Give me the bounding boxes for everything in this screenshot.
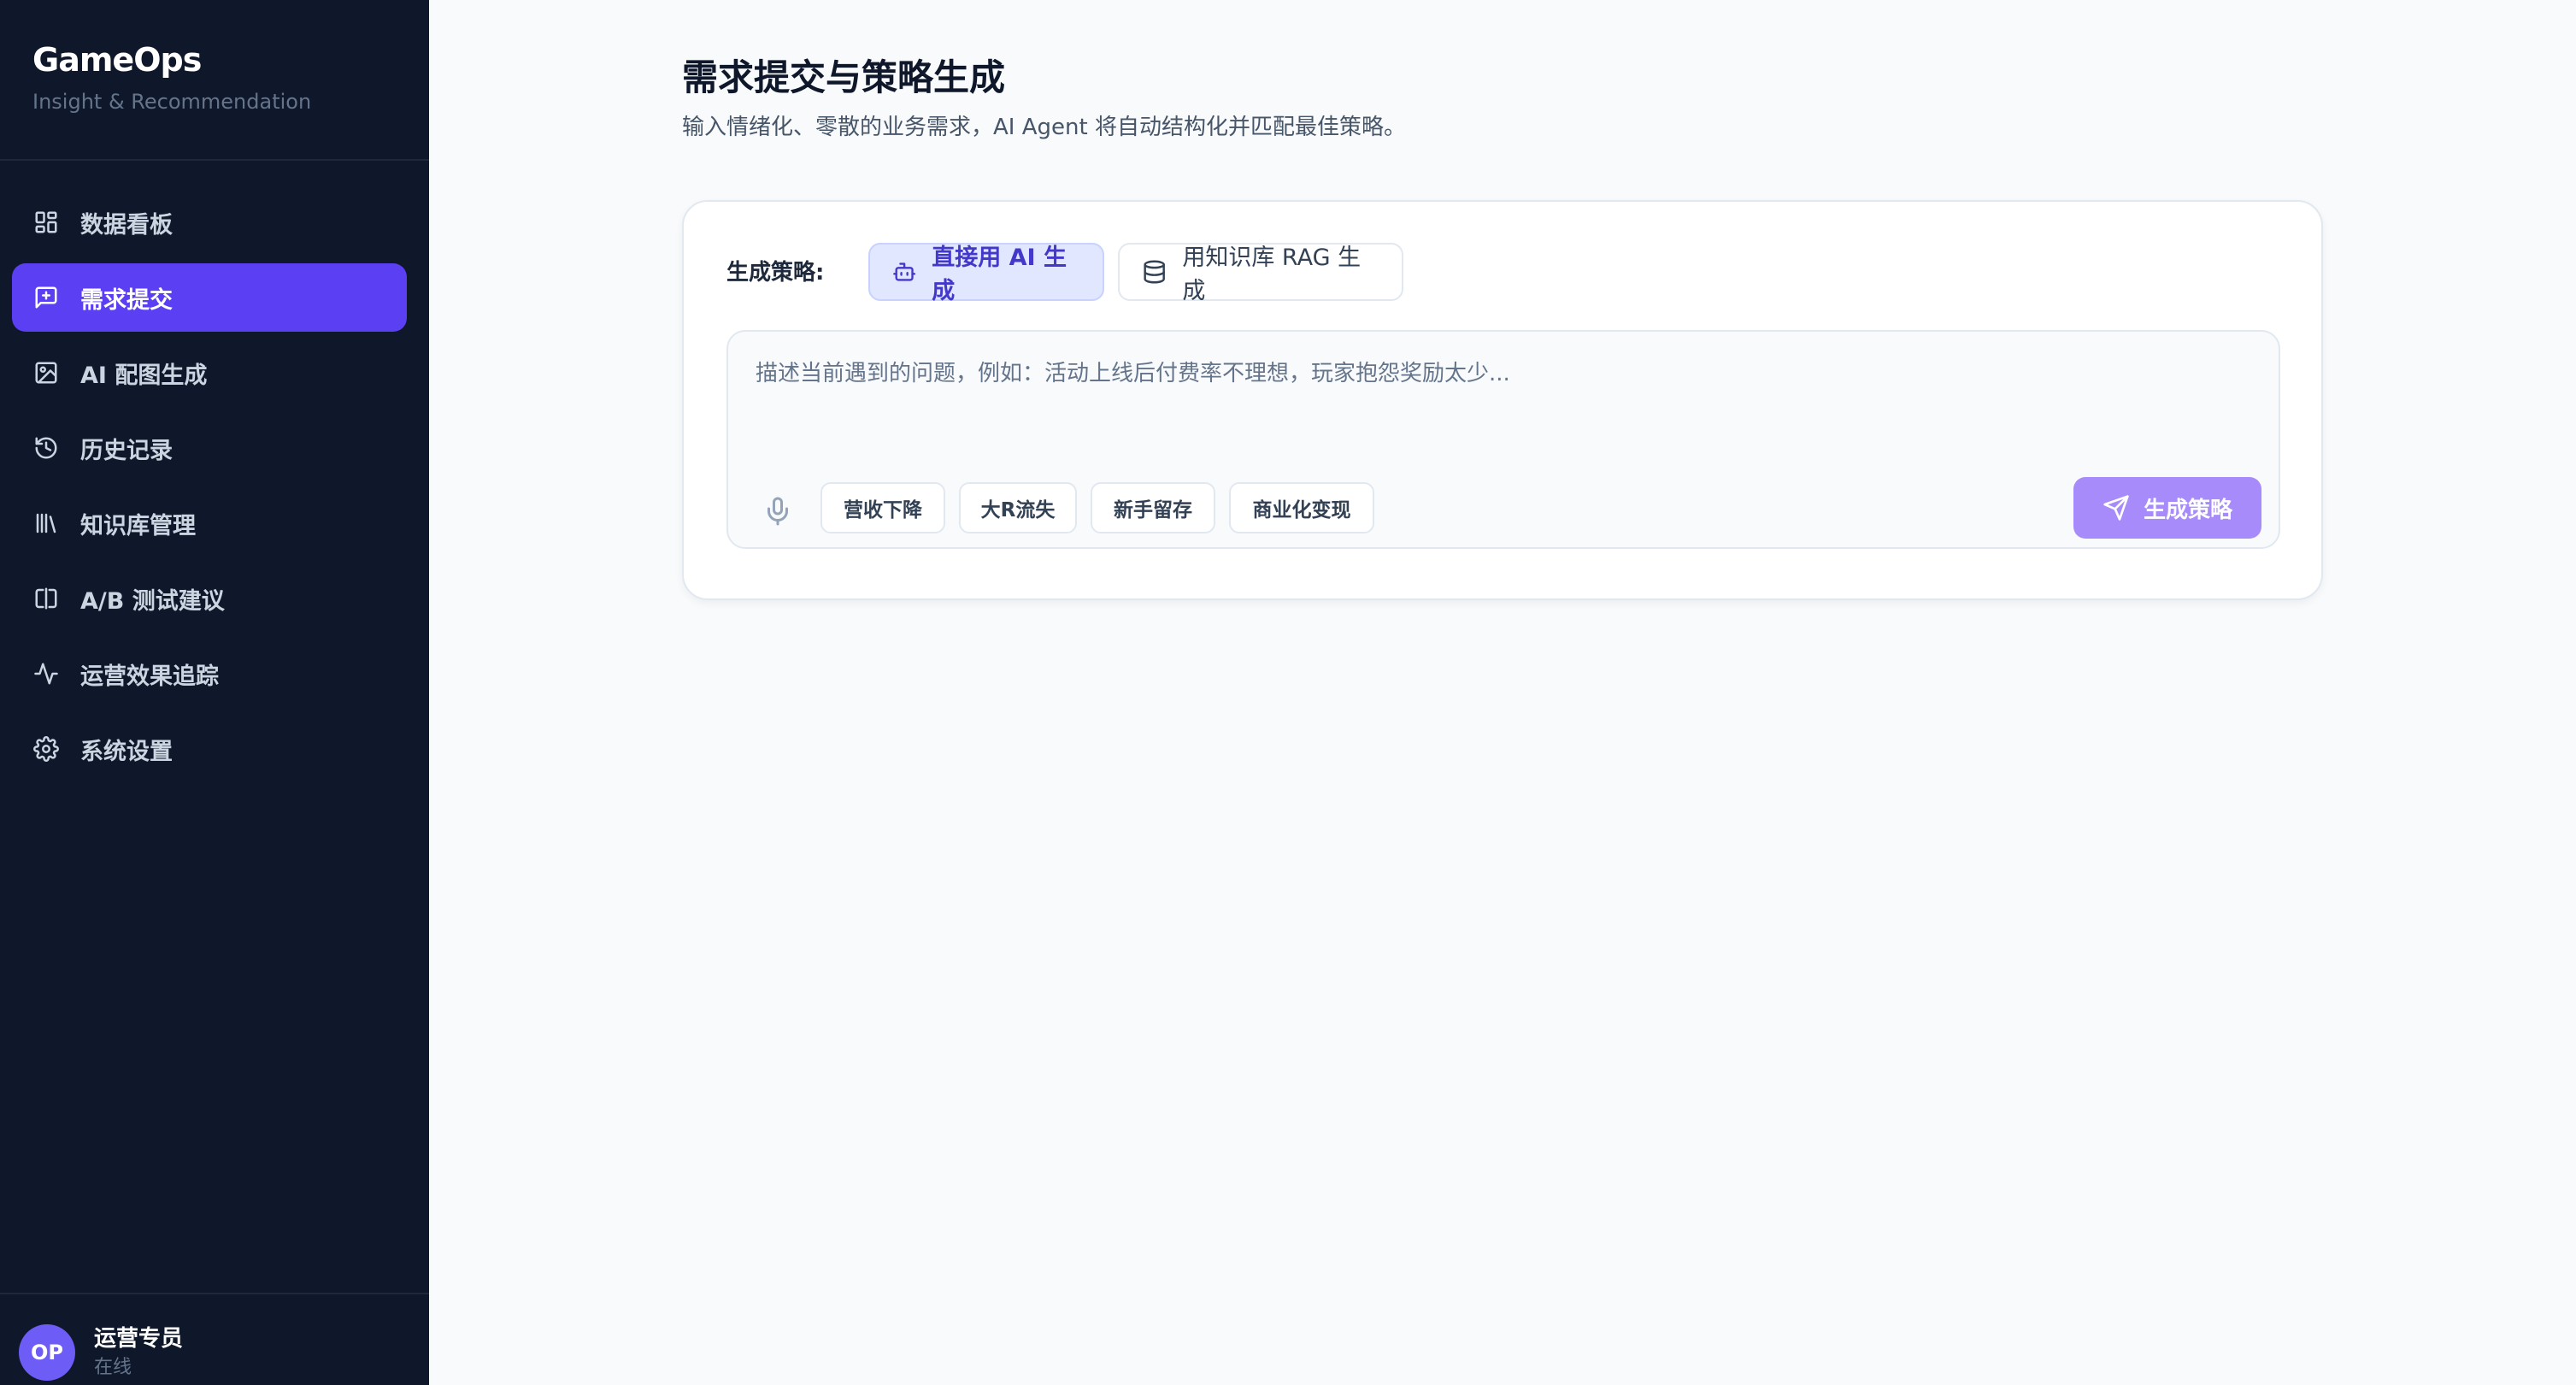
split-icon [32, 585, 60, 612]
prompt-input[interactable] [756, 356, 2243, 407]
user-name: 运营专员 [94, 1326, 184, 1352]
strategy-ai-button[interactable]: 直接用 AI 生成 [868, 243, 1104, 304]
sidebar-item-ab-test[interactable]: A/B 测试建议 [12, 564, 407, 633]
history-icon [32, 434, 60, 462]
sidebar-item-label: AI 配图生成 [80, 362, 208, 389]
generate-strategy-label: 生成策略 [2143, 497, 2232, 523]
sidebar-item-settings[interactable]: 系统设置 [12, 715, 407, 783]
sidebar-item-label: 知识库管理 [80, 512, 196, 539]
brand: GameOps Insight & Recommendation [32, 38, 311, 116]
strategy-ai-label: 直接用 AI 生成 [932, 245, 1067, 304]
sidebar-item-history[interactable]: 历史记录 [12, 414, 407, 482]
settings-icon [32, 735, 60, 763]
microphone-icon[interactable] [761, 494, 795, 528]
sidebar-item-label: 历史记录 [80, 437, 173, 464]
sidebar-item-label: 运营效果追踪 [80, 663, 219, 690]
sidebar-item-tracking[interactable]: 运营效果追踪 [12, 639, 407, 708]
app-title: GameOps [32, 41, 202, 79]
user-status: 在线 [94, 1357, 132, 1378]
user-divider [0, 1293, 429, 1294]
quick-tag-whale-churn[interactable]: 大R流失 [959, 482, 1077, 533]
sidebar-item-request-submit[interactable]: 需求提交 [12, 263, 407, 332]
page-subtitle: 输入情绪化、零散的业务需求，AI Agent 将自动结构化并匹配最佳策略。 [682, 115, 1406, 140]
quick-tag-monetization[interactable]: 商业化变现 [1229, 482, 1374, 533]
strategy-rag-button[interactable]: 用知识库 RAG 生成 [1118, 243, 1403, 304]
sidebar-item-label: 系统设置 [80, 738, 173, 765]
page-title: 需求提交与策略生成 [682, 56, 1006, 98]
library-icon [32, 510, 60, 537]
quick-tag-newbie-retention[interactable]: 新手留存 [1091, 482, 1215, 533]
generate-strategy-button[interactable]: 生成策略 [2073, 477, 2261, 539]
sidebar-nav: 数据看板 需求提交 AI 配图生成 历史记录 知识库管理 A/B 测试建议 运营… [12, 188, 407, 790]
sidebar-item-label: 需求提交 [80, 286, 173, 314]
user-profile[interactable]: OP 运营专员 在线 [19, 1323, 183, 1382]
sidebar: GameOps Insight & Recommendation 数据看板 需求… [0, 0, 429, 1385]
send-icon [2103, 495, 2129, 521]
sidebar-item-dashboard[interactable]: 数据看板 [12, 188, 407, 256]
bot-icon [893, 262, 916, 281]
request-card: 生成策略: 直接用 AI 生成 用知识库 RAG 生成 营收下降 大R流失 新手… [682, 200, 2323, 600]
database-icon [1144, 260, 1165, 284]
activity-icon [32, 660, 60, 687]
strategy-rag-label: 用知识库 RAG 生成 [1182, 245, 1362, 304]
image-icon [32, 359, 60, 386]
strategy-label: 生成策略: [726, 260, 825, 286]
sidebar-item-label: 数据看板 [80, 211, 173, 239]
sidebar-item-label: A/B 测试建议 [80, 587, 225, 615]
sidebar-divider [0, 159, 429, 161]
sidebar-item-knowledge-base[interactable]: 知识库管理 [12, 489, 407, 557]
quick-tag-revenue-drop[interactable]: 营收下降 [820, 482, 945, 533]
message-plus-icon [32, 284, 60, 311]
app-subtitle: Insight & Recommendation [32, 90, 312, 114]
avatar: OP [19, 1324, 75, 1381]
user-info: 运营专员 在线 [94, 1323, 183, 1382]
sidebar-item-ai-image[interactable]: AI 配图生成 [12, 339, 407, 407]
prompt-box: 营收下降 大R流失 新手留存 商业化变现 生成策略 [726, 330, 2280, 549]
grid-icon [32, 209, 60, 236]
